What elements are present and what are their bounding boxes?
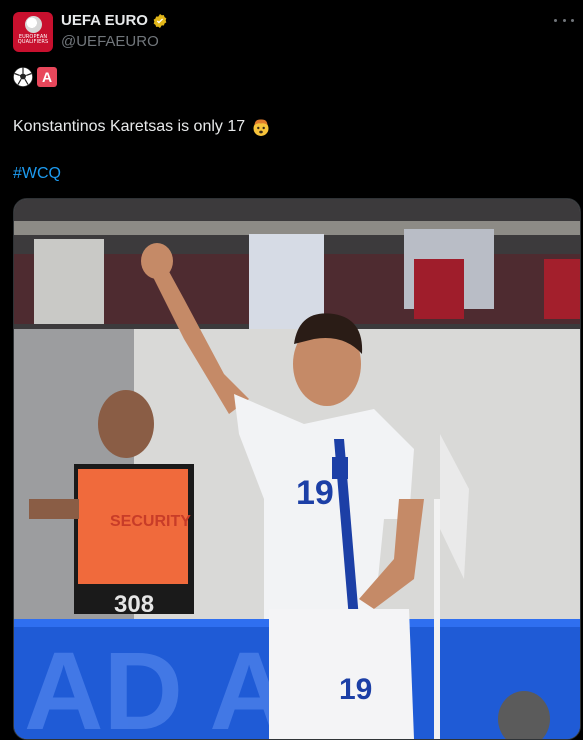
tweet-card: EUROPEAN QUALIFIERS UEFA EURO @UEFAEURO …	[0, 0, 583, 740]
hashtag-link[interactable]: #WCQ	[13, 165, 61, 183]
a-button-icon: A	[37, 67, 57, 87]
handle[interactable]: @UEFAEURO	[61, 33, 159, 50]
steward-number: 308	[114, 591, 154, 618]
security-label: SECURITY	[110, 513, 191, 530]
tweet-media-photo[interactable]: AD AD SECURITY 308 19 19	[13, 198, 581, 740]
avatar-text: EUROPEAN QUALIFIERS	[17, 34, 49, 45]
photo-illustration: AD AD SECURITY 308 19 19	[14, 199, 580, 739]
player-number-shorts: 19	[339, 673, 372, 706]
avatar[interactable]: EUROPEAN QUALIFIERS	[13, 12, 53, 52]
tweet-text-body: Konstantinos Karetsas is only 17	[13, 118, 246, 135]
more-options-icon[interactable]	[554, 12, 574, 28]
emoji-row: A	[13, 67, 57, 87]
display-name[interactable]: UEFA EURO	[61, 12, 148, 29]
player-number-chest: 19	[296, 474, 334, 512]
name-row: UEFA EURO	[61, 12, 168, 29]
soccer-ball-icon	[13, 67, 33, 87]
tweet-text: Konstantinos Karetsas is only 17	[13, 117, 271, 137]
avatar-logo-icon	[24, 16, 42, 33]
exploding-head-icon	[253, 119, 269, 136]
verified-badge-icon	[153, 13, 167, 28]
